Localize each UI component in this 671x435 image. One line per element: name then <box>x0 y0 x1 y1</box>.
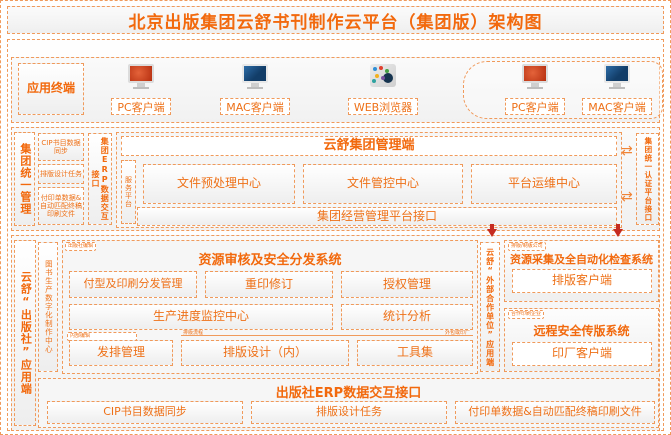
terminal-label: PC客户端 <box>505 98 564 115</box>
publisher-side-label: 云舒“出版社”应用端 <box>14 240 36 426</box>
review-distribution-panel: 出版社编辑 资源审核及安全分发系统 付型及印刷分发管理 重印修订 授权管理 生产… <box>62 240 478 374</box>
client-box-typeset: 排版客户端 <box>512 269 652 293</box>
terminal-label: WEB浏览器 <box>348 98 418 115</box>
partner-remote-transfer-panel: 合作印刷企业 远程安全传版系统 印厂客户端 <box>504 308 659 372</box>
review-panel-title: 资源审核及安全分发系统 <box>63 249 477 268</box>
flow-note-right: 外包或印厂 <box>445 331 470 336</box>
sync-arrows-icon: ⇄ <box>621 190 633 204</box>
erp-box-print-order-match: 付印单数据&自动匹配终稿印刷文件 <box>455 401 655 424</box>
erp-box-typeset-task: 排版设计任务 <box>251 401 447 424</box>
partner-tag: 合作印刷企业 <box>508 310 544 319</box>
service-platform-label: 服务平台 <box>121 160 136 224</box>
erp-box-cip-sync: CIP书目数据同步 <box>47 401 243 424</box>
terminals-section: 应用终端 PC客户端 MAC客户端 WEB浏览器 PC客户端 MAC客户端 <box>11 57 660 123</box>
architecture-diagram: 北京出版集团云舒书刊制作云平台（集团版）架构图 应用终端 PC客户端 MAC客户… <box>0 0 671 435</box>
web-browser-icon <box>370 64 396 94</box>
panel-box-typeset-design-internal: 排版设计（内） <box>181 340 349 366</box>
group-erp-interface-label: 集团ERP数据交互接口 <box>88 133 112 225</box>
group-mgmt-section: 集团统一管理 CIP书目数据同步 排版设计任务 付印单数据&自动匹配终稿印刷文件… <box>11 127 660 231</box>
center-box-file-control: 文件管控中心 <box>303 164 463 204</box>
partner-collect-check-panel: 排版/制版公司 资源采集及全自动化检查系统 排版客户端 <box>504 240 659 302</box>
partner-panel-title: 资源采集及全自动化检查系统 <box>505 251 658 267</box>
erp-sync-box: 排版设计任务 <box>38 164 84 184</box>
flow-line <box>181 335 473 336</box>
terminal-mac-client: MAC客户端 <box>215 64 295 115</box>
group-mgmt-panel: 云舒集团管理端 服务平台 文件预处理中心 文件管控中心 平台运维中心 集团经营管… <box>116 132 622 228</box>
group-mgmt-panel-title: 云舒集团管理端 <box>121 136 617 156</box>
group-auth-interface-label: 集团统一认证平台接口 <box>636 133 659 225</box>
page-title: 北京出版集团云舒书刊制作云平台（集团版）架构图 <box>7 6 664 34</box>
partner-tag: 排版/制版公司 <box>508 242 546 251</box>
terminal-web-browser: WEB浏览器 <box>340 64 426 115</box>
erp-sync-box: CIP书目数据同步 <box>38 133 84 161</box>
mac-monitor-icon <box>604 64 630 94</box>
erp-interface-section: 出版社ERP数据交互接口 CIP书目数据同步 排版设计任务 付印单数据&自动匹配… <box>38 378 659 428</box>
terminal-pc-client-group: PC客户端 <box>501 64 569 115</box>
terminal-label: PC客户端 <box>111 98 170 115</box>
flow-note-left: 排版流程 <box>183 331 203 336</box>
publisher-section: 云舒“出版社”应用端 图书生产数字化制作中心 出版社编辑 资源审核及安全分发系统… <box>11 235 660 431</box>
terminal-label: MAC客户端 <box>582 98 652 115</box>
panel-box-production-monitor: 生产进度监控中心 <box>69 304 333 330</box>
terminal-label: MAC客户端 <box>220 98 290 115</box>
partners-side-label: 云舒“外部合作单位”应用端 <box>480 242 500 372</box>
client-box-print-factory: 印厂客户端 <box>512 342 652 366</box>
mac-monitor-icon <box>242 64 268 94</box>
production-center-label: 图书生产数字化制作中心 <box>38 242 58 372</box>
terminals-section-label: 应用终端 <box>18 63 84 115</box>
panel-box-statistics: 统计分析 <box>341 304 473 330</box>
group-mgmt-side-label: 集团统一管理 <box>14 132 35 226</box>
red-down-arrow <box>613 229 623 242</box>
sync-arrows-icon: ⇄ <box>621 144 633 158</box>
terminal-pc-client: PC客户端 <box>107 64 175 115</box>
group-operation-interface-bar: 集团经营管理平台接口 <box>137 207 617 226</box>
center-box-platform-ops: 平台运维中心 <box>471 164 617 204</box>
pc-monitor-icon <box>128 64 154 94</box>
center-box-file-preprocess: 文件预处理中心 <box>143 164 295 204</box>
erp-sync-box: 付印单数据&自动匹配终稿印刷文件 <box>38 187 84 225</box>
panel-box-authorization: 授权管理 <box>341 271 473 298</box>
pc-monitor-icon <box>522 64 548 94</box>
terminal-mac-client-group: MAC客户端 <box>577 64 657 115</box>
panel-box-plate-print-dist: 付型及印刷分发管理 <box>69 271 197 298</box>
red-down-arrow <box>487 229 497 242</box>
panel-box-toolset: 工具集 <box>357 340 473 366</box>
panel-box-dispatch-mgmt: 发排管理 <box>69 340 173 366</box>
panel-box-reprint-revision: 重印修订 <box>205 271 333 298</box>
erp-interface-title: 出版社ERP数据交互接口 <box>39 382 658 401</box>
erp-sync-column: CIP书目数据同步 排版设计任务 付印单数据&自动匹配终稿印刷文件 <box>38 133 84 225</box>
partner-panel-title: 远程安全传版系统 <box>505 322 658 339</box>
